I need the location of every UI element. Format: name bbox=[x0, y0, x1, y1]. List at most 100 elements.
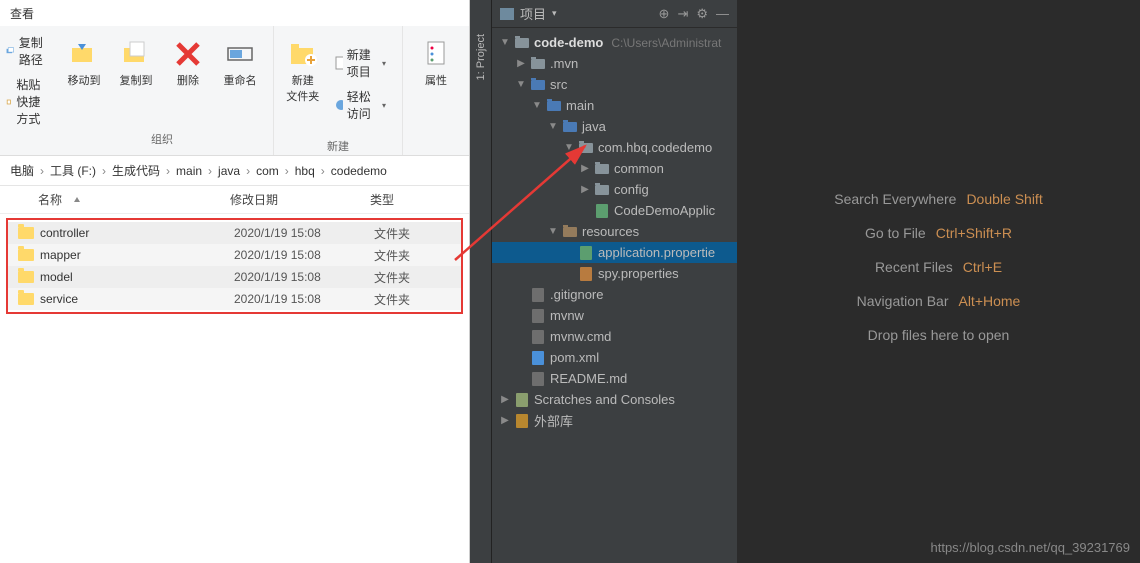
project-tree[interactable]: ▼code-demoC:\Users\Administrat▶.mvn▼src▼… bbox=[492, 28, 737, 563]
drop-hint: Drop files here to open bbox=[868, 327, 1010, 343]
folder-icon bbox=[18, 227, 34, 239]
editor-empty-area: Search EverywhereDouble ShiftGo to FileC… bbox=[737, 0, 1140, 563]
tree-node[interactable]: ▼ java bbox=[492, 116, 737, 137]
breadcrumb-segment[interactable]: 生成代码 bbox=[110, 162, 162, 179]
file-type: 文件夹 bbox=[374, 247, 434, 264]
copy-path-button[interactable]: 复制路径 bbox=[4, 32, 47, 70]
breadcrumb-segment[interactable]: 电脑 bbox=[8, 162, 36, 179]
tree-node[interactable]: ▼main bbox=[492, 95, 737, 116]
breadcrumb-bar[interactable]: 电脑›工具 (F:)›生成代码›main›java›com›hbq›codede… bbox=[0, 156, 469, 186]
easy-access-button[interactable]: 轻松访问 ▾ bbox=[332, 86, 388, 124]
tree-node[interactable]: mvnw.cmd bbox=[492, 326, 737, 347]
file-type: 文件夹 bbox=[374, 291, 434, 308]
folder-icon bbox=[18, 271, 34, 283]
new-item-icon bbox=[334, 56, 343, 70]
breadcrumb-separator: › bbox=[162, 164, 174, 178]
tree-node[interactable]: .gitignore bbox=[492, 284, 737, 305]
chevron-down-icon: ▾ bbox=[382, 59, 386, 68]
file-row[interactable]: service2020/1/19 15:08文件夹 bbox=[8, 288, 461, 310]
rename-button[interactable]: 重命名 bbox=[215, 36, 265, 90]
folder-icon bbox=[531, 59, 545, 69]
properties-icon bbox=[420, 38, 452, 70]
tree-node[interactable]: ▶ common bbox=[492, 158, 737, 179]
file-icon bbox=[532, 372, 544, 386]
file-explorer-window: 查看 复制路径 粘贴快捷方式 移动到 复制到 bbox=[0, 0, 470, 563]
tree-arrow-icon[interactable]: ▶ bbox=[500, 394, 510, 405]
breadcrumb-segment[interactable]: codedemo bbox=[329, 164, 389, 178]
hide-icon[interactable]: — bbox=[716, 6, 729, 21]
breadcrumb-segment[interactable]: java bbox=[216, 164, 242, 178]
tree-arrow-icon[interactable]: ▼ bbox=[564, 142, 574, 153]
tree-label: common bbox=[614, 161, 664, 176]
tree-node[interactable]: mvnw bbox=[492, 305, 737, 326]
file-row[interactable]: controller2020/1/19 15:08文件夹 bbox=[8, 222, 461, 244]
tree-node[interactable]: ▶Scratches and Consoles bbox=[492, 389, 737, 410]
project-panel-header: 项目 ▾ ⊕ ⇥ ⚙ — bbox=[492, 0, 737, 28]
tree-label: java bbox=[582, 119, 606, 134]
gear-icon[interactable]: ⚙ bbox=[696, 6, 708, 22]
move-to-button[interactable]: 移动到 bbox=[59, 36, 109, 90]
source-folder-icon bbox=[547, 101, 561, 111]
collapse-icon[interactable]: ⇥ bbox=[677, 6, 688, 22]
tree-arrow-icon[interactable]: ▼ bbox=[500, 37, 510, 48]
col-header-name[interactable]: 名称 bbox=[0, 191, 230, 208]
tree-label: src bbox=[550, 77, 567, 92]
tree-node[interactable]: ▼resources bbox=[492, 221, 737, 242]
file-row[interactable]: model2020/1/19 15:08文件夹 bbox=[8, 266, 461, 288]
chevron-down-icon[interactable]: ▾ bbox=[552, 8, 557, 19]
tree-arrow-icon[interactable]: ▼ bbox=[548, 226, 558, 237]
delete-button[interactable]: 删除 bbox=[163, 36, 213, 90]
folder-icon bbox=[595, 185, 609, 195]
java-file-icon bbox=[580, 246, 592, 260]
breadcrumb-segment[interactable]: com bbox=[254, 164, 281, 178]
tree-label: config bbox=[614, 182, 649, 197]
col-header-date[interactable]: 修改日期 bbox=[230, 191, 370, 208]
tree-arrow-icon[interactable]: ▼ bbox=[532, 100, 542, 111]
new-item-button[interactable]: 新建项目 ▾ bbox=[332, 44, 388, 82]
new-folder-button[interactable]: 新建 文件夹 bbox=[282, 36, 324, 106]
copy-to-button[interactable]: 复制到 bbox=[111, 36, 161, 90]
hint-label: Navigation Bar bbox=[857, 293, 949, 309]
breadcrumb-separator: › bbox=[98, 164, 110, 178]
tree-node[interactable]: spy.properties bbox=[492, 263, 737, 284]
menu-view[interactable]: 查看 bbox=[10, 5, 34, 22]
tree-arrow-icon[interactable]: ▼ bbox=[516, 79, 526, 90]
file-name: model bbox=[40, 270, 73, 284]
tree-node[interactable]: application.propertie bbox=[492, 242, 737, 263]
tree-arrow-icon[interactable]: ▶ bbox=[580, 163, 590, 174]
delete-icon bbox=[172, 38, 204, 70]
tree-label: pom.xml bbox=[550, 350, 599, 365]
project-tool-tab[interactable]: 1: Project bbox=[470, 0, 492, 563]
tree-node[interactable]: CodeDemoApplic bbox=[492, 200, 737, 221]
tree-node[interactable]: ▶ 外部库 bbox=[492, 410, 737, 431]
target-icon[interactable]: ⊕ bbox=[659, 6, 670, 22]
folder-icon bbox=[595, 164, 609, 174]
paste-shortcut-button[interactable]: 粘贴快捷方式 bbox=[4, 74, 47, 129]
ribbon-group-organize: 移动到 复制到 删除 重命名 组织 bbox=[51, 26, 274, 155]
col-header-type[interactable]: 类型 bbox=[370, 191, 430, 208]
tree-node[interactable]: README.md bbox=[492, 368, 737, 389]
file-row[interactable]: mapper2020/1/19 15:08文件夹 bbox=[8, 244, 461, 266]
tree-node[interactable]: ▶.mvn bbox=[492, 53, 737, 74]
tree-arrow-icon[interactable]: ▶ bbox=[500, 415, 510, 426]
folder-icon bbox=[18, 249, 34, 261]
hint-shortcut: Ctrl+Shift+R bbox=[936, 225, 1012, 241]
tree-label: code-demo bbox=[534, 35, 603, 50]
tree-node[interactable]: ▼ src bbox=[492, 74, 737, 95]
tree-label: 外部库 bbox=[534, 411, 573, 430]
tree-arrow-icon[interactable]: ▼ bbox=[548, 121, 558, 132]
copy-to-icon bbox=[120, 38, 152, 70]
ribbon-toolbar: 复制路径 粘贴快捷方式 移动到 复制到 删除 bbox=[0, 26, 469, 156]
tree-node[interactable]: ▶ config bbox=[492, 179, 737, 200]
project-panel: 项目 ▾ ⊕ ⇥ ⚙ — ▼code-demoC:\Users\Administ… bbox=[492, 0, 737, 563]
properties-button[interactable]: 属性 bbox=[411, 36, 461, 90]
breadcrumb-segment[interactable]: hbq bbox=[293, 164, 317, 178]
breadcrumb-segment[interactable]: main bbox=[174, 164, 204, 178]
tree-node[interactable]: ▼com.hbq.codedemo bbox=[492, 137, 737, 158]
breadcrumb-segment[interactable]: 工具 (F:) bbox=[48, 162, 98, 179]
tree-node[interactable]: ▼code-demoC:\Users\Administrat bbox=[492, 32, 737, 53]
tree-arrow-icon[interactable]: ▶ bbox=[580, 184, 590, 195]
tree-arrow-icon[interactable]: ▶ bbox=[516, 58, 526, 69]
xml-file-icon bbox=[532, 351, 544, 365]
tree-node[interactable]: pom.xml bbox=[492, 347, 737, 368]
